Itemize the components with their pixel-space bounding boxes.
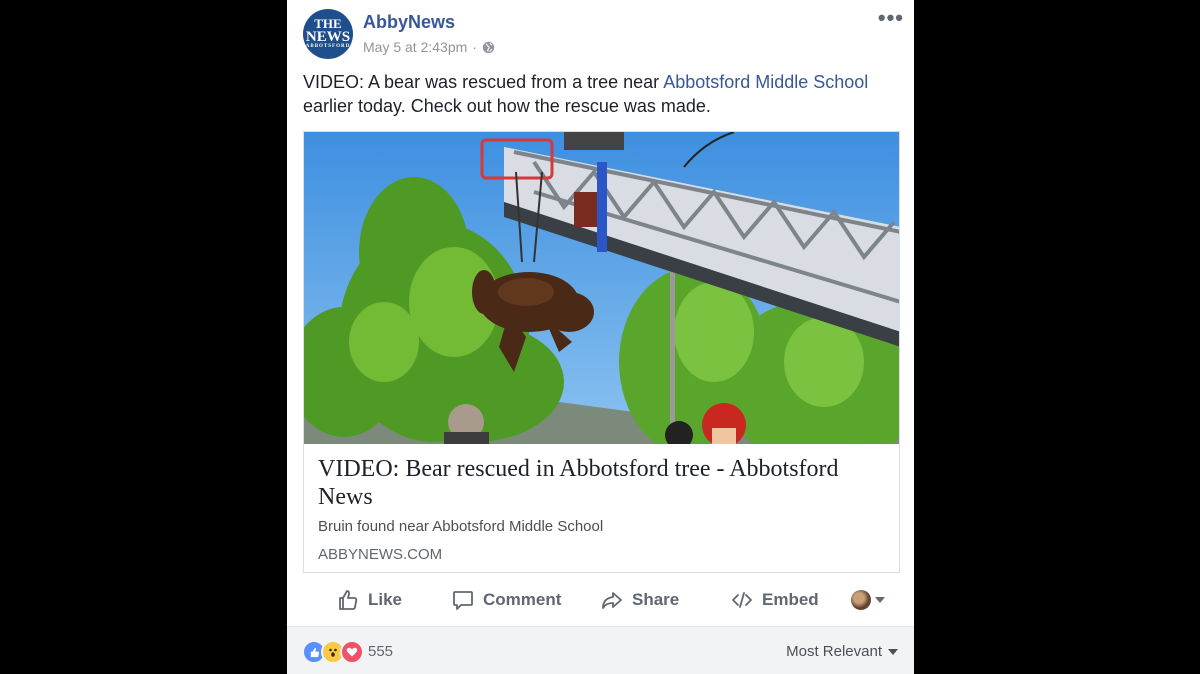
link-preview-card[interactable]: VIDEO: Bear rescued in Abbotsford tree -… [303,131,900,573]
like-label: Like [368,590,403,609]
chevron-down-icon [875,597,885,603]
code-icon [732,592,752,608]
comment-sort-dropdown[interactable]: Most Relevant [786,643,898,660]
post-meta: May 5 at 2:43pm · [363,39,495,55]
reaction-count[interactable]: 555 [368,643,393,660]
reactions-bar: 555 Most Relevant [287,626,914,674]
embed-button[interactable]: Embed [730,584,819,616]
page-avatar[interactable]: THE NEWS ABBOTSFORD [303,9,353,59]
post-actions-bar: Like Comment Share Embed [287,584,914,616]
comment-icon [453,591,473,610]
globe-icon[interactable] [482,41,495,54]
thumbs-up-icon [339,590,358,610]
post-text: VIDEO: A bear was rescued from a tree ne… [303,70,893,118]
like-button[interactable]: Like [336,584,402,616]
page-name-link[interactable]: AbbyNews [363,12,455,33]
share-label: Share [632,590,680,609]
comment-as-selector[interactable] [851,590,885,610]
avatar-line-2: NEWS [305,29,351,46]
chevron-down-icon [888,648,898,655]
user-avatar [851,590,871,610]
comment-label: Comment [483,590,562,609]
card-image[interactable] [304,132,900,444]
sort-label: Most Relevant [786,643,882,660]
school-link[interactable]: Abbotsford Middle School [663,72,868,92]
embed-label: Embed [762,590,819,609]
love-reaction-icon [340,640,364,664]
card-domain: ABBYNEWS.COM [318,546,443,563]
more-options-icon[interactable]: ••• [878,7,904,29]
post-text-after-link: earlier today. Check out how the rescue … [303,96,711,116]
comment-button[interactable]: Comment [451,584,561,616]
meta-separator: · [472,39,477,55]
post-timestamp[interactable]: May 5 at 2:43pm [363,39,467,55]
avatar-line-3: ABBOTSFORD [305,44,351,50]
reaction-icons[interactable] [302,640,364,664]
facebook-post: THE NEWS ABBOTSFORD AbbyNews May 5 at 2:… [287,0,914,674]
post-text-before-link: VIDEO: A bear was rescued from a tree ne… [303,72,664,92]
card-description: Bruin found near Abbotsford Middle Schoo… [318,518,604,535]
share-button[interactable]: Share [600,584,679,616]
card-title[interactable]: VIDEO: Bear rescued in Abbotsford tree -… [318,455,888,511]
share-icon [602,592,622,609]
